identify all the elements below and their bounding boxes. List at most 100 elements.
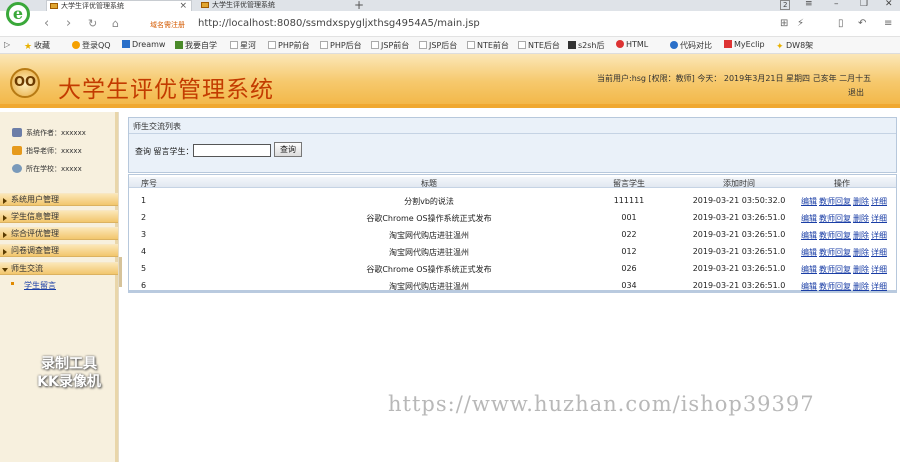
bookmarks-toggle-icon[interactable]: ▷ — [4, 40, 10, 49]
edit-link[interactable]: 编辑 — [801, 214, 817, 223]
sidebar-splitter[interactable] — [118, 112, 126, 462]
submenu-student-messages[interactable]: 学生留言 — [24, 280, 56, 291]
header-student: 留言学生 — [613, 179, 645, 188]
address-bar: ‹ › ↻ ⌂ 域名需注册 http://localhost:8080/ssmd… — [0, 11, 900, 37]
cell-no: 1 — [141, 196, 147, 205]
logout-link[interactable]: 退出 — [848, 87, 864, 98]
detail-link[interactable]: 详细 — [871, 248, 887, 257]
bookmark-item[interactable]: ★ 收藏 — [24, 40, 50, 52]
bookmark-item[interactable]: HTML — [616, 40, 648, 49]
student-search-input[interactable] — [193, 144, 271, 157]
browser-tab-strip: 大学生评优管理系统 × 大学生评优管理系统 + 2 ≡ – ❐ ✕ — [0, 0, 900, 12]
row-actions: 编辑 教师回复 删除 详细 — [801, 230, 889, 241]
url-field[interactable]: http://localhost:8080/ssmdxspygljxthsg49… — [198, 18, 480, 29]
cell-no: 6 — [141, 281, 147, 290]
menu-teacher-student-exchange[interactable]: 师生交流 — [0, 262, 118, 275]
detail-link[interactable]: 详细 — [871, 197, 887, 206]
home-icon[interactable]: ⌂ — [112, 17, 119, 30]
reply-link[interactable]: 教师回复 — [819, 231, 851, 240]
window-counter[interactable]: 2 — [780, 0, 791, 10]
page-icon — [230, 41, 238, 49]
tab-title: 大学生评优管理系统 — [61, 2, 124, 10]
row-actions: 编辑 教师回复 删除 详细 — [801, 196, 889, 207]
bookmark-item[interactable]: MyEclip — [724, 40, 765, 49]
menu-evaluation[interactable]: 综合评优管理 — [0, 227, 118, 240]
edit-link[interactable]: 编辑 — [801, 231, 817, 240]
user-info: 当前用户:hsg [权限：教师] 今天： 2019年3月21日 星期四 己亥年 … — [597, 74, 872, 83]
bookmark-item[interactable]: JSP前台 — [371, 40, 409, 51]
html-icon — [616, 40, 624, 48]
delete-link[interactable]: 删除 — [853, 214, 869, 223]
bookmark-item[interactable]: 我要自学 — [175, 40, 217, 51]
detail-link[interactable]: 详细 — [871, 214, 887, 223]
delete-link[interactable]: 删除 — [853, 282, 869, 291]
messages-table: 序号 标题 留言学生 添加时间 操作 1 分割vb的说法 111111 2019-03… — [128, 174, 897, 293]
bookmark-item[interactable]: NTE前台 — [467, 40, 509, 51]
table-row: 5 谷歌Chrome OS操作系统正式发布 026 2019-03-21 03:26:… — [129, 260, 896, 277]
menu-system-users[interactable]: 系统用户管理 — [0, 193, 118, 206]
table-row: 1 分割vb的说法 111111 2019-03-21 03:50:32.0 编辑 教师回… — [129, 192, 896, 209]
bookmark-item[interactable]: PHP前台 — [268, 40, 310, 51]
more-icon[interactable]: ≡ — [884, 18, 892, 29]
forward-icon[interactable]: › — [66, 16, 71, 31]
detail-link[interactable]: 详细 — [871, 282, 887, 291]
screen: { "browser": { "tabs": [ {"title": "大学生评… — [0, 0, 900, 462]
page-icon — [320, 41, 328, 49]
detail-link[interactable]: 详细 — [871, 231, 887, 240]
bookmark-item[interactable]: s2sh后 — [568, 40, 605, 51]
browser-tab-active[interactable]: 大学生评优管理系统 × — [46, 0, 192, 11]
header-ops: 操作 — [834, 179, 850, 188]
row-actions: 编辑 教师回复 删除 详细 — [801, 213, 889, 224]
reply-link[interactable]: 教师回复 — [819, 248, 851, 257]
browser-tab[interactable]: 大学生评优管理系统 — [198, 0, 346, 11]
reply-link[interactable]: 教师回复 — [819, 265, 851, 274]
reply-link[interactable]: 教师回复 — [819, 214, 851, 223]
delete-link[interactable]: 删除 — [853, 197, 869, 206]
reply-link[interactable]: 教师回复 — [819, 197, 851, 206]
bookmark-item[interactable]: 登录QQ — [72, 40, 111, 51]
reader-icon[interactable]: ▯ — [838, 18, 844, 29]
search-label: 查询 留言学生： — [135, 147, 194, 156]
edit-link[interactable]: 编辑 — [801, 282, 817, 291]
app-title: 大学生评优管理系统 — [58, 77, 274, 103]
reply-link[interactable]: 教师回复 — [819, 282, 851, 291]
undo-icon[interactable]: ↶ — [858, 18, 866, 29]
bookmark-item[interactable]: 代码对比 — [670, 40, 712, 51]
panel-title: 师生交流列表 — [133, 122, 181, 131]
bookmark-item[interactable]: ✦ DW8架 — [776, 40, 813, 52]
cell-time: 2019-03-21 03:26:51.0 — [692, 230, 786, 239]
lightning-icon[interactable]: ⚡ — [797, 18, 804, 29]
bookmark-item[interactable]: 星河 — [230, 40, 256, 51]
tab-close-icon[interactable]: × — [179, 1, 187, 11]
menu-icon[interactable]: ≡ — [805, 0, 813, 9]
edit-link[interactable]: 编辑 — [801, 265, 817, 274]
chrome-icon — [670, 41, 678, 49]
splitter-grip[interactable] — [119, 257, 122, 287]
edit-link[interactable]: 编辑 — [801, 248, 817, 257]
header-time: 添加时间 — [723, 179, 755, 188]
grid-icon[interactable]: ⊞ — [780, 18, 788, 29]
bookmark-item[interactable]: NTE后台 — [518, 40, 560, 51]
bookmark-item[interactable]: Dreamw — [122, 40, 165, 49]
delete-link[interactable]: 删除 — [853, 231, 869, 240]
delete-link[interactable]: 删除 — [853, 248, 869, 257]
menu-survey[interactable]: 问卷调查管理 — [0, 244, 118, 257]
teacher-icon — [12, 146, 22, 155]
recorder-watermark: 录制工具 KK录像机 — [37, 356, 101, 390]
delete-link[interactable]: 删除 — [853, 265, 869, 274]
row-actions: 编辑 教师回复 删除 详细 — [801, 247, 889, 258]
detail-link[interactable]: 详细 — [871, 265, 887, 274]
cell-no: 5 — [141, 264, 147, 273]
minimize-icon[interactable]: – — [834, 0, 839, 9]
reload-icon[interactable]: ↻ — [88, 17, 97, 30]
window-close-icon[interactable]: ✕ — [885, 0, 893, 9]
school-icon — [12, 164, 22, 173]
back-icon[interactable]: ‹ — [44, 16, 49, 31]
bookmark-item[interactable]: PHP后台 — [320, 40, 362, 51]
search-button[interactable]: 查询 — [274, 142, 302, 157]
restore-icon[interactable]: ❐ — [860, 0, 868, 9]
bookmark-item[interactable]: JSP后台 — [419, 40, 457, 51]
menu-student-info[interactable]: 学生信息管理 — [0, 210, 118, 223]
tab-favicon-icon — [201, 2, 209, 8]
edit-link[interactable]: 编辑 — [801, 197, 817, 206]
